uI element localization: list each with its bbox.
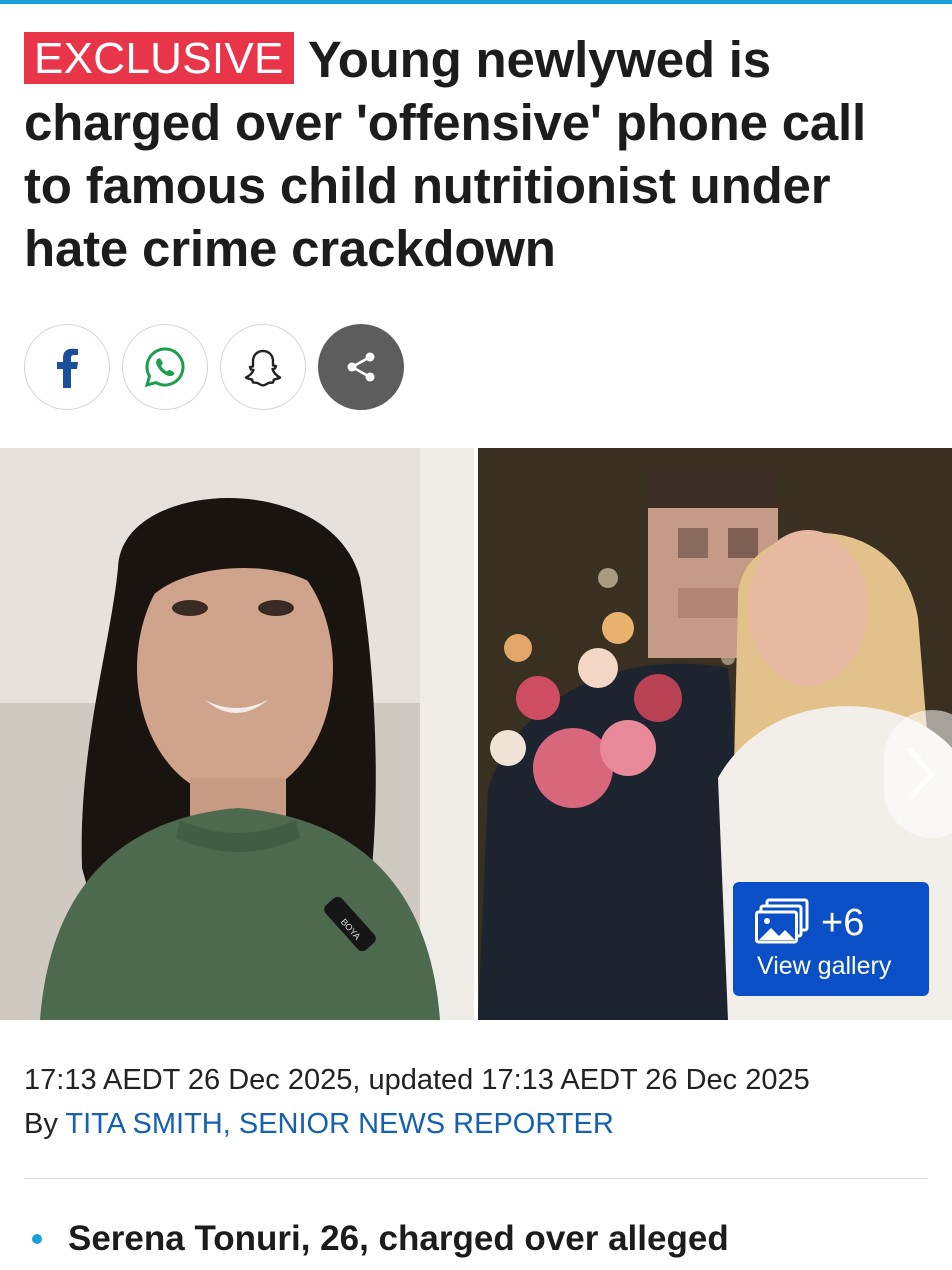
share-icon [347, 352, 375, 382]
whatsapp-share-button[interactable] [122, 324, 208, 410]
gallery-label: View gallery [757, 952, 892, 980]
article-timestamp: 17:13 AEDT 26 Dec 2025, updated 17:13 AE… [24, 1064, 810, 1096]
chevron-right-icon [907, 747, 935, 801]
section-divider [24, 1178, 928, 1179]
article-headline: EXCLUSIVE Young newlywed is charged over … [24, 28, 924, 280]
byline-prefix: By [24, 1108, 58, 1140]
summary-bullet: Serena Tonuri, 26, charged over alleged [24, 1214, 928, 1264]
snapchat-icon [244, 349, 282, 387]
gallery-icon [755, 898, 809, 944]
nutritionist-illustration: BOYA [0, 448, 474, 1020]
facebook-icon [57, 348, 78, 388]
top-accent-line [0, 0, 952, 4]
facebook-share-button[interactable] [24, 324, 110, 410]
view-gallery-button[interactable]: +6 View gallery [733, 882, 929, 996]
gallery-count: +6 [821, 902, 865, 944]
snapchat-share-button[interactable] [220, 324, 306, 410]
gallery-next-button[interactable] [884, 710, 952, 838]
author-link[interactable]: TITA SMITH, SENIOR NEWS REPORTER [65, 1108, 613, 1140]
nutritionist-photo: BOYA [0, 448, 474, 1020]
share-buttons [24, 324, 404, 410]
photo-gallery[interactable]: BOYA +6 View gallery [0, 448, 952, 1020]
bullet-dot [32, 1234, 42, 1244]
bullet-text: Serena Tonuri, 26, charged over alleged [68, 1219, 729, 1258]
more-share-button[interactable] [318, 324, 404, 410]
article-meta: 17:13 AEDT 26 Dec 2025, updated 17:13 AE… [24, 1058, 934, 1146]
exclusive-badge: EXCLUSIVE [24, 32, 294, 84]
whatsapp-icon [144, 347, 185, 388]
byline: By TITA SMITH, SENIOR NEWS REPORTER [24, 1102, 934, 1146]
